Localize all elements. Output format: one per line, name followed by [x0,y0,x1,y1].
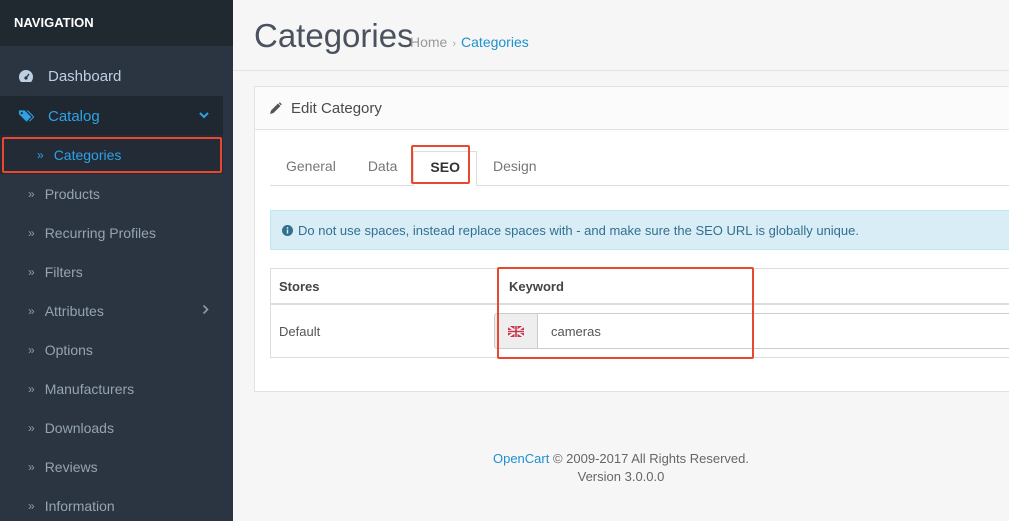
double-chevron-icon: » [28,381,35,396]
tags-icon [18,109,34,123]
tab-data[interactable]: Data [352,151,414,185]
pencil-icon [269,101,282,115]
double-chevron-icon: » [28,498,35,513]
copyright-text: © 2009-2017 All Rights Reserved. [552,451,750,466]
column-header-stores: Stores [279,278,320,294]
keyword-input-group: cameras [494,313,1009,349]
sidebar-item-options[interactable]: » Options [0,330,223,369]
seo-url-table: Stores Keyword Default cameras [270,268,1009,358]
sidebar-item-information[interactable]: » Information [0,486,223,521]
double-chevron-icon: » [28,186,35,201]
sidebar-item-label: Products [44,185,100,202]
edit-category-panel: Edit Category General Data SEO Design Do… [254,86,1009,392]
info-circle-icon [282,224,293,236]
seo-keyword-input[interactable]: cameras [538,313,1009,349]
sidebar-item-dashboard[interactable]: Dashboard [0,56,223,96]
sidebar: NAVIGATION Dashboard Catalog » Categorie… [0,0,233,521]
sidebar-item-label: Options [44,341,93,358]
dashboard-icon [18,69,34,83]
opencart-link[interactable]: OpenCart [493,451,549,466]
footer: OpenCart © 2009-2017 All Rights Reserved… [233,450,1009,486]
sidebar-item-downloads[interactable]: » Downloads [0,408,223,447]
tab-bar: General Data SEO Design [270,151,1009,186]
double-chevron-icon: » [28,420,35,435]
sidebar-item-filters[interactable]: » Filters [0,252,223,291]
keyword-cell: cameras [486,313,1009,349]
panel-title: Edit Category [291,99,382,117]
sidebar-item-label: Recurring Profiles [44,224,156,241]
breadcrumb-home-link[interactable]: Home [410,34,447,50]
double-chevron-icon: » [28,459,35,474]
page-title: Categories [254,17,414,54]
page-header: Categories Home › Categories [233,0,1009,71]
chevron-down-icon [199,110,209,122]
tab-seo[interactable]: SEO [413,151,477,186]
store-name: Default [279,323,321,339]
table-row: Default cameras [271,305,1009,357]
sidebar-item-label: Categories [53,146,122,163]
version-text: Version 3.0.0.0 [577,469,665,484]
sidebar-item-label: Information [44,497,115,514]
navigation-header: NAVIGATION [0,0,233,46]
footer-copyright-line: OpenCart © 2009-2017 All Rights Reserved… [233,450,1009,468]
sidebar-item-label: Reviews [44,458,98,475]
tab-design[interactable]: Design [477,151,553,185]
breadcrumb-separator: › [452,38,457,50]
sidebar-item-label: Catalog [48,107,100,125]
panel-heading: Edit Category [255,87,1009,130]
double-chevron-icon: » [28,303,35,318]
uk-flag-icon [494,313,538,349]
tab-general[interactable]: General [270,151,352,185]
double-chevron-icon: » [37,147,44,162]
breadcrumb: Home › Categories [410,34,529,50]
double-chevron-icon: » [28,342,35,357]
sidebar-item-label: Downloads [44,419,114,436]
sidebar-item-products[interactable]: » Products [0,174,223,213]
alert-text: Do not use spaces, instead replace space… [298,222,859,238]
sidebar-item-categories[interactable]: » Categories [0,135,223,174]
double-chevron-icon: » [28,264,35,279]
double-chevron-icon: » [28,225,35,240]
sidebar-item-recurring-profiles[interactable]: » Recurring Profiles [0,213,223,252]
sidebar-item-reviews[interactable]: » Reviews [0,447,223,486]
sidebar-item-manufacturers[interactable]: » Manufacturers [0,369,223,408]
sidebar-item-attributes[interactable]: » Attributes [0,291,223,330]
info-alert: Do not use spaces, instead replace space… [270,210,1009,250]
breadcrumb-categories-link[interactable]: Categories [461,34,529,50]
sidebar-item-label: Manufacturers [44,380,135,397]
table-header-row: Stores Keyword [271,269,1009,305]
chevron-right-icon [202,304,209,317]
sidebar-item-label: Attributes [44,302,104,319]
sidebar-item-catalog[interactable]: Catalog [0,96,223,136]
column-header-keyword: Keyword [509,278,564,294]
sidebar-item-label: Dashboard [48,67,122,85]
sidebar-item-label: Filters [44,263,83,280]
